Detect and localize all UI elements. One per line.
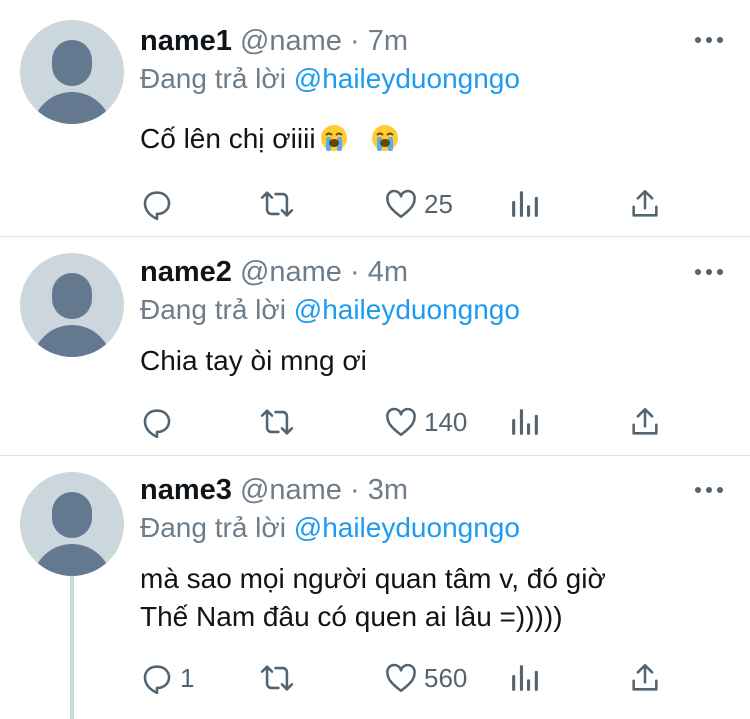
mention-link[interactable]: @haileyduongngo — [294, 294, 520, 325]
display-name[interactable]: name2 — [140, 256, 232, 288]
separator-dot: · — [350, 256, 360, 288]
analytics-icon — [512, 665, 538, 691]
display-name[interactable]: name3 — [140, 474, 232, 506]
separator-dot: · — [350, 25, 360, 57]
like-icon — [386, 663, 416, 693]
reply-icon — [143, 409, 171, 439]
reply-button[interactable]: 1 — [140, 658, 194, 698]
action-bar: 25 — [140, 184, 680, 224]
tweet-1[interactable]: name1 @name · 7m Đang trả lời @haileyduo… — [0, 0, 750, 236]
analytics-button[interactable] — [508, 184, 542, 224]
avatar-body-shape — [32, 92, 112, 124]
tweet-text-line: Cố lên chị ơiiii — [140, 123, 316, 154]
action-bar: 1 560 — [140, 658, 680, 698]
tweet-text: Chia tay òi mng ơi — [140, 342, 367, 380]
avatar-head-shape — [52, 492, 92, 538]
analytics-button[interactable] — [508, 402, 542, 442]
more-icon[interactable] — [694, 485, 724, 495]
tweet-header: name3 @name · 3m — [140, 473, 408, 507]
loudly-crying-face-emoji — [320, 125, 347, 151]
display-name[interactable]: name1 — [140, 25, 232, 57]
share-icon — [632, 407, 658, 435]
reply-button[interactable] — [140, 402, 180, 442]
share-button[interactable] — [628, 658, 662, 698]
avatar[interactable] — [20, 20, 124, 124]
share-button[interactable] — [628, 402, 662, 442]
mention-link[interactable]: @haileyduongngo — [294, 512, 520, 543]
tweet-text-line: mà sao mọi người quan tâm v, đó giờ — [140, 563, 606, 594]
analytics-button[interactable] — [508, 658, 542, 698]
replying-to-label: Đang trả lời — [140, 512, 286, 543]
like-icon — [386, 189, 416, 219]
replying-to: Đang trả lời @haileyduongngo — [140, 510, 520, 546]
retweet-icon — [260, 409, 294, 435]
reply-icon — [143, 191, 171, 221]
avatar-body-shape — [32, 325, 112, 357]
retweet-button[interactable] — [260, 658, 294, 698]
reply-button[interactable] — [140, 184, 180, 224]
share-icon — [632, 189, 658, 217]
loudly-crying-face-emoji — [372, 125, 399, 151]
like-button[interactable]: 25 — [384, 184, 453, 224]
avatar-head-shape — [52, 40, 92, 86]
tweet-header: name2 @name · 4m — [140, 255, 408, 289]
analytics-icon — [512, 191, 538, 217]
like-button[interactable]: 140 — [384, 402, 467, 442]
retweet-icon — [260, 665, 294, 691]
like-count: 25 — [424, 188, 453, 219]
replying-to: Đang trả lời @haileyduongngo — [140, 292, 520, 328]
thread-connector-line — [70, 576, 74, 719]
like-button[interactable]: 560 — [384, 658, 467, 698]
separator-dot: · — [350, 474, 360, 506]
share-icon — [632, 663, 658, 691]
avatar-head-shape — [52, 273, 92, 319]
user-handle[interactable]: @name — [240, 474, 342, 506]
more-icon[interactable] — [694, 35, 724, 45]
user-handle[interactable]: @name — [240, 25, 342, 57]
action-bar: 140 — [140, 402, 680, 442]
tweet-header: name1 @name · 7m — [140, 24, 408, 58]
user-handle[interactable]: @name — [240, 256, 342, 288]
like-count: 560 — [424, 662, 468, 693]
replying-to-label: Đang trả lời — [140, 63, 286, 94]
avatar-body-shape — [32, 544, 112, 576]
reply-icon — [143, 665, 171, 695]
analytics-icon — [512, 409, 538, 435]
retweet-button[interactable] — [260, 184, 294, 224]
replying-to: Đang trả lời @haileyduongngo — [140, 61, 520, 97]
tweet-text-line: Thế Nam đâu có quen ai lâu =))))) — [140, 601, 563, 632]
retweet-button[interactable] — [260, 402, 294, 442]
like-icon — [386, 407, 416, 437]
tweet-3[interactable]: name3 @name · 3m Đang trả lời @haileyduo… — [0, 456, 750, 719]
reply-count: 1 — [180, 662, 195, 693]
share-button[interactable] — [628, 184, 662, 224]
tweet-text-line: Chia tay òi mng ơi — [140, 345, 367, 376]
timestamp[interactable]: 7m — [368, 25, 408, 57]
tweet-text: Cố lên chị ơiiii — [140, 120, 399, 158]
mention-link[interactable]: @haileyduongngo — [294, 63, 520, 94]
retweet-icon — [260, 191, 294, 217]
like-count: 140 — [424, 406, 468, 437]
tweet-2[interactable]: name2 @name · 4m Đang trả lời @haileyduo… — [0, 237, 750, 455]
more-icon[interactable] — [694, 267, 724, 277]
timestamp[interactable]: 4m — [368, 256, 408, 288]
tweet-text: mà sao mọi người quan tâm v, đó giờ Thế … — [140, 560, 606, 636]
avatar[interactable] — [20, 253, 124, 357]
replying-to-label: Đang trả lời — [140, 294, 286, 325]
timestamp[interactable]: 3m — [368, 474, 408, 506]
avatar[interactable] — [20, 472, 124, 576]
